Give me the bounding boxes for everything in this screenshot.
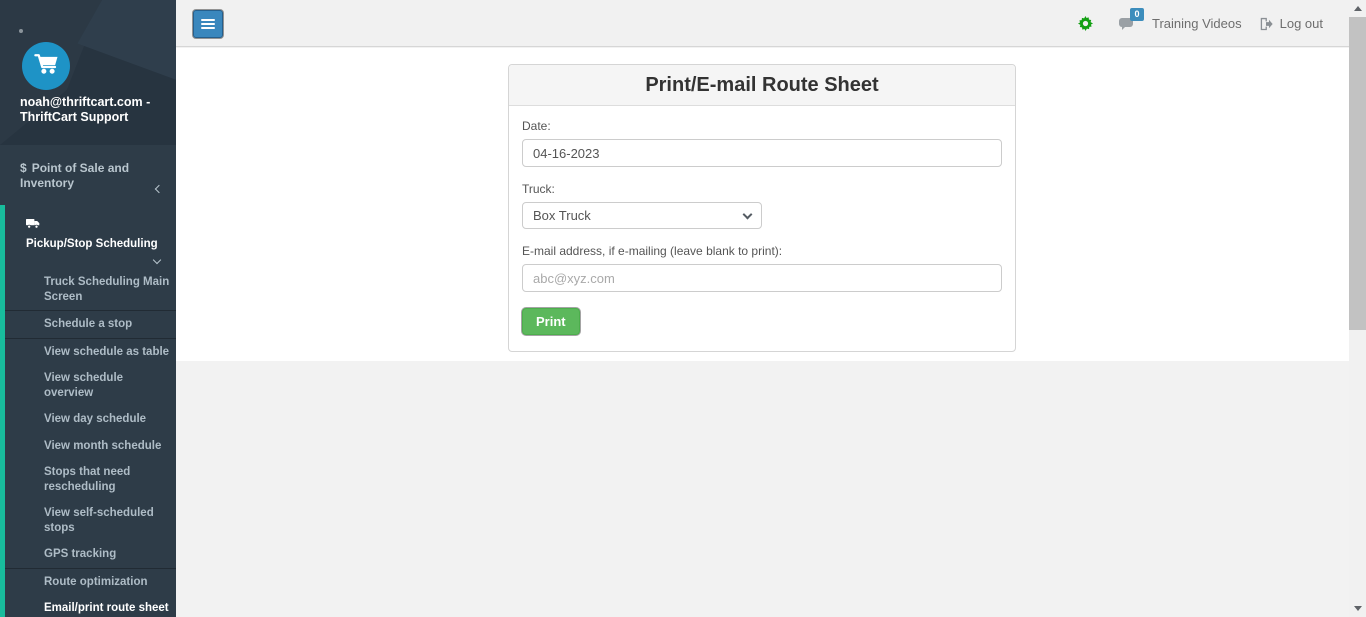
sidebar-item-schedule-a-stop[interactable]: Schedule a stop <box>5 310 176 338</box>
panel-body: Date: Truck: Box Truck E-mail address, i… <box>509 106 1015 351</box>
date-label: Date: <box>522 119 1002 133</box>
user-account-label: noah@thriftcart.com - ThriftCart Support <box>20 95 150 125</box>
shopping-cart-icon <box>31 49 61 84</box>
date-input[interactable] <box>522 139 1002 167</box>
sign-out-icon <box>1259 17 1273 31</box>
sidebar-user-panel: noah@thriftcart.com - ThriftCart Support <box>0 0 176 145</box>
group-label: Pickup/Stop Scheduling <box>26 238 158 250</box>
sidebar-item-gps-tracking[interactable]: GPS tracking <box>5 541 176 568</box>
route-sheet-panel: Print/E-mail Route Sheet Date: Truck: Bo… <box>508 64 1016 352</box>
topbar-actions: 0 Training Videos Log out <box>1078 0 1323 47</box>
logout-label: Log out <box>1280 16 1323 31</box>
vertical-scrollbar[interactable] <box>1349 0 1366 617</box>
hamburger-icon <box>201 19 215 21</box>
dollar-icon: $ <box>20 161 27 175</box>
truck-icon <box>26 216 40 234</box>
chevron-left-icon <box>155 185 163 193</box>
training-videos-link[interactable]: Training Videos <box>1152 16 1242 31</box>
chat-button[interactable]: 0 <box>1118 17 1135 31</box>
sidebar-group-pickup-stop-scheduling: Pickup/Stop Scheduling Truck Scheduling … <box>0 205 176 617</box>
page-background <box>176 361 1349 617</box>
sidebar-item-route-optimization[interactable]: Route optimization <box>5 568 176 596</box>
email-input[interactable] <box>522 264 1002 292</box>
sidebar-section-pos-inventory[interactable]: $Point of Sale and Inventory <box>0 145 176 205</box>
print-button[interactable]: Print <box>522 308 580 335</box>
logout-button[interactable]: Log out <box>1259 16 1323 31</box>
sidebar-group-header[interactable]: Pickup/Stop Scheduling <box>5 205 176 269</box>
sidebar-item-view-day-schedule[interactable]: View day schedule <box>5 406 176 433</box>
truck-select[interactable]: Box Truck <box>522 202 762 229</box>
section-label: Point of Sale and Inventory <box>20 161 129 190</box>
chevron-down-icon <box>153 256 161 264</box>
page-title: Print/E-mail Route Sheet <box>645 74 878 97</box>
sidebar-item-stops-that-need-rescheduling[interactable]: Stops that need rescheduling <box>5 459 176 500</box>
app-window: noah@thriftcart.com - ThriftCart Support… <box>0 0 1366 617</box>
content-area: Print/E-mail Route Sheet Date: Truck: Bo… <box>176 48 1349 361</box>
email-label: E-mail address, if e-mailing (leave blan… <box>522 244 1002 258</box>
truck-label: Truck: <box>522 182 1002 196</box>
sidebar-item-view-month-schedule[interactable]: View month schedule <box>5 433 176 460</box>
sidebar: noah@thriftcart.com - ThriftCart Support… <box>0 0 176 617</box>
scrollbar-thumb[interactable] <box>1349 17 1366 330</box>
pattern-dot <box>19 29 23 33</box>
topbar: 0 Training Videos Log out <box>176 0 1349 47</box>
sidebar-item-email-print-route-sheet[interactable]: Email/print route sheet <box>5 595 176 617</box>
sidebar-item-truck-scheduling-main-screen[interactable]: Truck Scheduling Main Screen <box>5 269 176 310</box>
thriftcart-logo <box>22 42 70 90</box>
panel-header: Print/E-mail Route Sheet <box>509 65 1015 106</box>
sidebar-item-view-self-scheduled-stops[interactable]: View self-scheduled stops <box>5 500 176 541</box>
sidebar-item-view-schedule-overview[interactable]: View schedule overview <box>5 365 176 406</box>
chat-count-badge: 0 <box>1130 8 1144 21</box>
scroll-up-arrow-icon[interactable] <box>1354 6 1362 11</box>
settings-gear-icon[interactable] <box>1078 16 1093 31</box>
sidebar-toggle-button[interactable] <box>193 10 223 38</box>
scroll-down-arrow-icon[interactable] <box>1354 606 1362 611</box>
sidebar-item-view-schedule-as-table[interactable]: View schedule as table <box>5 338 176 366</box>
